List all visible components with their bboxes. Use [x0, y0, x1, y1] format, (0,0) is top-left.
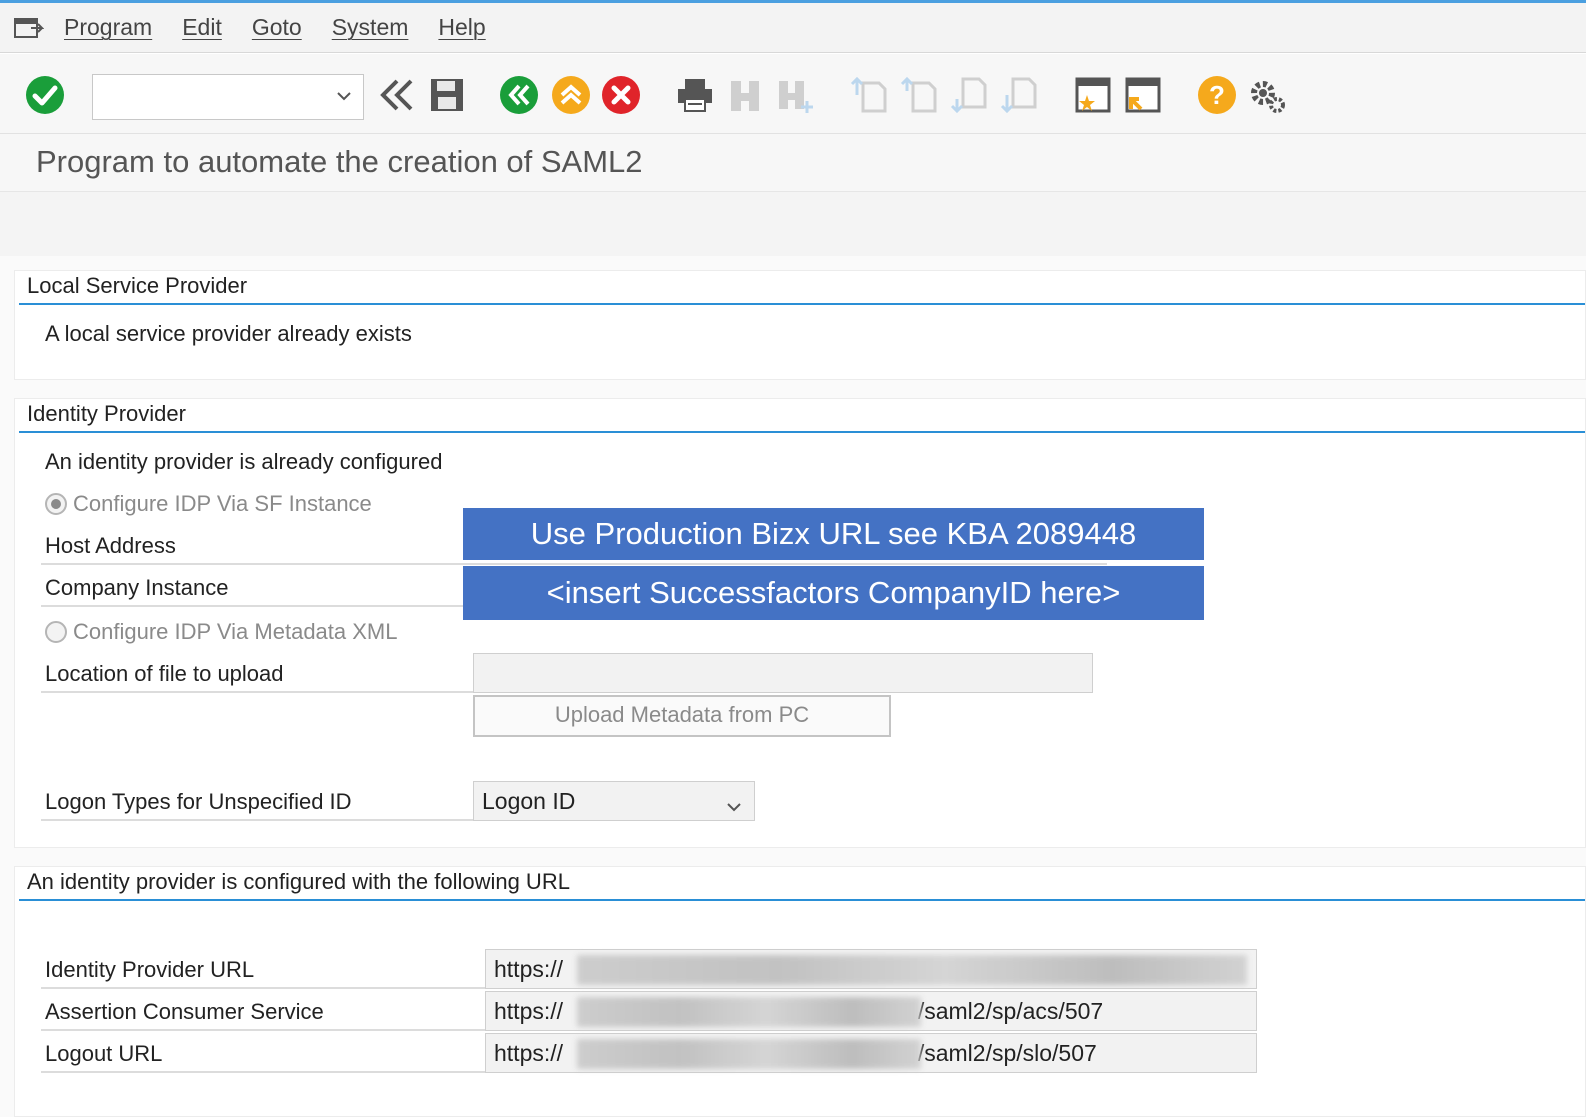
content-area: Local Service Provider A local service p…	[0, 256, 1586, 1117]
help-icon[interactable]: ?	[1196, 74, 1238, 116]
idp-divider	[19, 431, 1585, 433]
acs-label: Assertion Consumer Service	[45, 999, 324, 1024]
urls-divider	[19, 899, 1585, 901]
previous-page-icon[interactable]	[898, 74, 940, 116]
menu-edit[interactable]: Edit	[182, 14, 222, 41]
urls-group: An identity provider is configured with …	[14, 866, 1586, 1117]
command-input[interactable]	[93, 75, 323, 119]
first-page-icon[interactable]	[848, 74, 890, 116]
radio-sf-instance[interactable]	[45, 493, 67, 515]
print-icon[interactable]	[674, 74, 716, 116]
logon-types-label: Logon Types for Unspecified ID	[45, 789, 352, 814]
menu-system[interactable]: System	[332, 14, 409, 41]
local-sp-title: Local Service Provider	[27, 273, 248, 298]
acs-prefix: https://	[494, 998, 564, 1024]
settings-gear-icon[interactable]	[1246, 74, 1288, 116]
page-title: Program to automate the creation of SAML…	[36, 144, 643, 179]
idp-group: Identity Provider An identity provider i…	[14, 398, 1586, 848]
save-icon[interactable]	[426, 74, 468, 116]
last-page-icon[interactable]	[998, 74, 1040, 116]
logon-types-select[interactable]: Logon ID	[473, 781, 755, 821]
menu-bar: Program Edit Goto System Help	[0, 3, 1586, 53]
local-sp-message: A local service provider already exists	[45, 321, 412, 346]
host-address-underline	[41, 563, 1107, 565]
cancel-icon[interactable]	[600, 74, 642, 116]
logon-types-value: Logon ID	[482, 788, 576, 814]
system-menu-icon[interactable]	[12, 13, 46, 43]
chevron-down-icon[interactable]	[724, 790, 744, 828]
location-input[interactable]	[473, 653, 1093, 693]
host-address-annotation: Use Production Bizx URL see KBA 2089448	[463, 508, 1204, 560]
radio-metadata-xml-label: Configure IDP Via Metadata XML	[73, 619, 398, 644]
logout-prefix: https://	[494, 1040, 564, 1066]
svg-text:?: ?	[1209, 80, 1225, 110]
local-sp-divider	[19, 303, 1585, 305]
idp-title: Identity Provider	[27, 401, 186, 426]
application-toolbar	[0, 192, 1586, 256]
company-instance-underline	[41, 605, 481, 607]
next-page-icon[interactable]	[948, 74, 990, 116]
toolbar: ?	[0, 54, 1586, 134]
chevron-down-icon[interactable]	[335, 87, 353, 110]
idp-url-prefix: https://	[494, 956, 564, 982]
menu-help[interactable]: Help	[438, 14, 485, 41]
back-icon[interactable]	[498, 74, 540, 116]
company-instance-label: Company Instance	[45, 575, 229, 600]
location-underline	[41, 691, 481, 693]
idp-message: An identity provider is already configur…	[45, 449, 443, 474]
redacted-idp-url	[577, 955, 1247, 985]
command-field[interactable]	[92, 74, 364, 120]
logon-types-underline	[41, 819, 481, 821]
enter-check-icon[interactable]	[24, 74, 66, 116]
find-icon[interactable]	[724, 74, 766, 116]
exit-icon[interactable]	[550, 74, 592, 116]
back-double-arrow-icon[interactable]	[376, 74, 418, 116]
redacted-acs-host	[577, 997, 921, 1027]
shortcut-icon[interactable]	[1122, 74, 1164, 116]
create-session-icon[interactable]	[1072, 74, 1114, 116]
menu-goto[interactable]: Goto	[252, 14, 302, 41]
logout-url-label: Logout URL	[45, 1041, 163, 1066]
radio-metadata-xml[interactable]	[45, 621, 67, 643]
menu-program[interactable]: Program	[64, 14, 152, 41]
title-bar: Program to automate the creation of SAML…	[0, 134, 1586, 192]
acs-suffix: /saml2/sp/acs/507	[917, 998, 1104, 1024]
urls-title: An identity provider is configured with …	[27, 869, 570, 894]
location-label: Location of file to upload	[45, 661, 284, 686]
local-sp-group: Local Service Provider A local service p…	[14, 270, 1586, 380]
radio-sf-instance-label: Configure IDP Via SF Instance	[73, 491, 372, 516]
upload-metadata-button[interactable]: Upload Metadata from PC	[473, 695, 891, 737]
host-address-label: Host Address	[45, 533, 176, 558]
redacted-logout-host	[577, 1039, 921, 1069]
find-next-icon[interactable]	[774, 74, 816, 116]
logout-suffix: /saml2/sp/slo/507	[917, 1040, 1097, 1066]
idp-url-label: Identity Provider URL	[45, 957, 255, 982]
company-instance-annotation: <insert Successfactors CompanyID here>	[463, 566, 1204, 620]
